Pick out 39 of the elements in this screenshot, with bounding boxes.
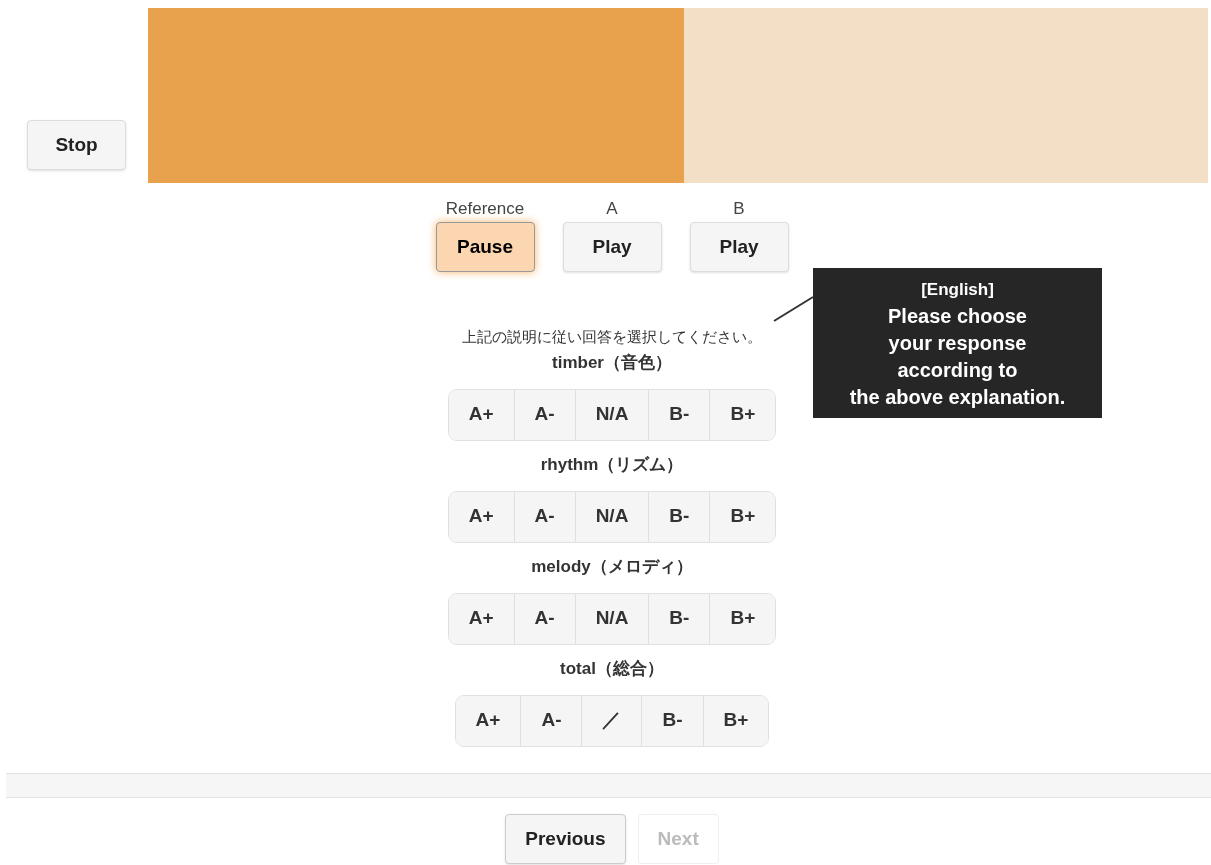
player-label: Reference xyxy=(445,198,525,220)
rating-option[interactable]: A+ xyxy=(448,389,514,440)
leader-line xyxy=(773,296,814,322)
rating-option[interactable]: ／ xyxy=(581,695,642,746)
rating-option[interactable]: N/A xyxy=(574,491,649,542)
callout-text: according to xyxy=(897,357,1018,383)
rating-option[interactable]: A+ xyxy=(455,695,521,746)
play-button[interactable]: Pause xyxy=(435,222,535,272)
player-label: A xyxy=(606,198,618,220)
rating-option[interactable]: B+ xyxy=(709,491,776,542)
instruction-text: 上記の説明に従い回答を選択してください。 xyxy=(462,327,762,347)
rating-option[interactable]: A- xyxy=(513,491,575,542)
question-title: timber（音色） xyxy=(552,351,672,374)
rating-option[interactable]: A- xyxy=(513,593,575,644)
rating-option[interactable]: B- xyxy=(648,491,710,542)
play-button[interactable]: Play xyxy=(689,222,789,272)
rating-option[interactable]: B+ xyxy=(709,389,776,440)
nav-button[interactable]: Previous xyxy=(505,814,626,864)
rating-option[interactable]: A- xyxy=(520,695,582,746)
question-title: total（総合） xyxy=(560,657,664,680)
rating-option[interactable]: N/A xyxy=(574,389,649,440)
rating-option[interactable]: B- xyxy=(648,593,710,644)
callout-text: your response xyxy=(888,330,1027,356)
question-title: rhythm（リズム） xyxy=(540,453,684,476)
play-button[interactable]: Play xyxy=(562,222,662,272)
rating-option[interactable]: A+ xyxy=(448,593,514,644)
callout-text: [English] xyxy=(921,278,994,301)
callout-text: the above explanation. xyxy=(849,384,1066,410)
rating-option[interactable]: A- xyxy=(513,389,575,440)
rating-option[interactable]: B- xyxy=(648,389,710,440)
rating-option[interactable]: B+ xyxy=(702,695,769,746)
callout-text: Please choose xyxy=(888,303,1027,329)
rating-option[interactable]: B- xyxy=(641,695,703,746)
rating-option[interactable]: B+ xyxy=(709,593,776,644)
stop-button[interactable]: Stop xyxy=(27,120,126,170)
question-title: melody（メロディ） xyxy=(531,555,693,578)
rating-option[interactable]: A+ xyxy=(448,491,514,542)
player-label: B xyxy=(733,198,745,220)
rating-option[interactable]: N/A xyxy=(574,593,649,644)
